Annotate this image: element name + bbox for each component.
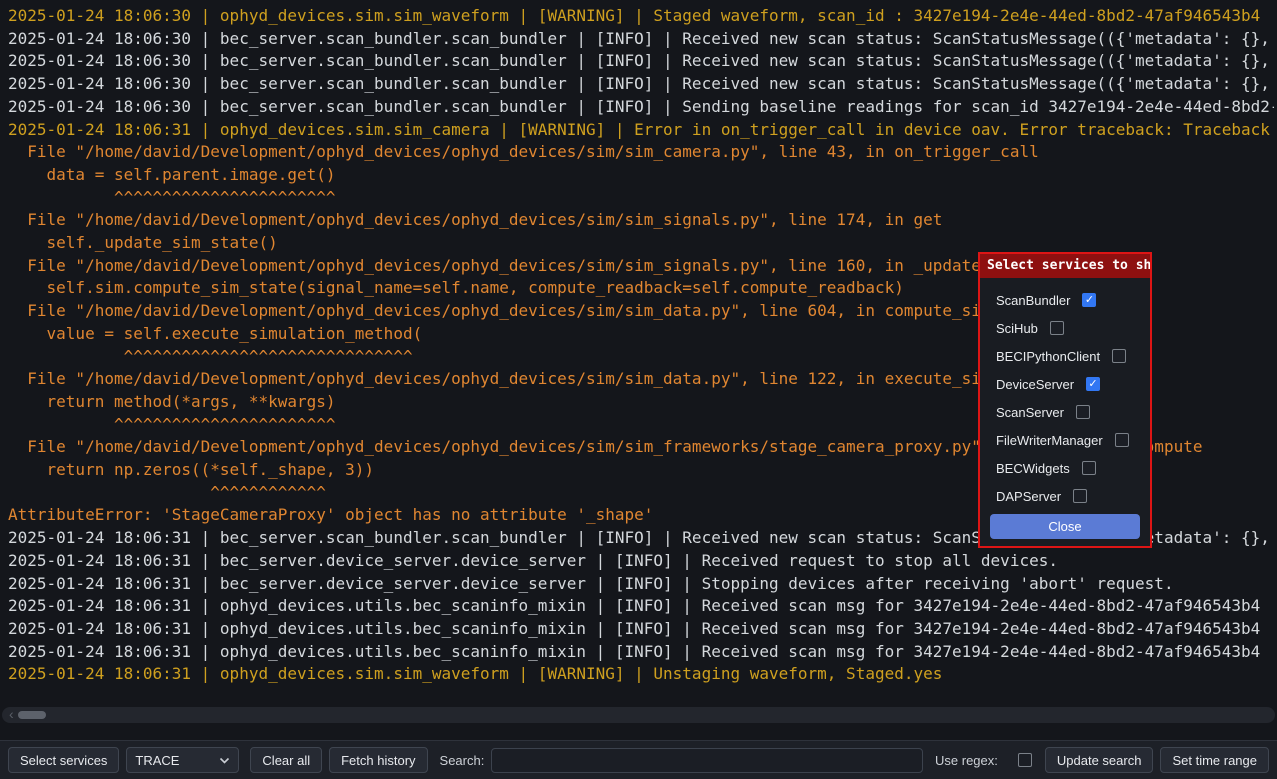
set-time-range-button[interactable]: Set time range <box>1160 747 1269 773</box>
service-row: FileWriterManager <box>980 426 1150 454</box>
service-checkbox[interactable] <box>1050 321 1064 335</box>
log-level-select[interactable]: TRACE <box>126 747 239 773</box>
log-line: 2025-01-24 18:06:31 | bec_server.device_… <box>8 550 1274 573</box>
log-line: ^^^^^^^^^^^^^^^^^^^^^^^ <box>8 187 1274 210</box>
service-checkbox[interactable]: ✓ <box>1086 377 1100 391</box>
service-row: DAPServer <box>980 482 1150 510</box>
select-services-button[interactable]: Select services <box>8 747 119 773</box>
service-label: SciHub <box>996 321 1038 336</box>
service-checkbox[interactable] <box>1115 433 1129 447</box>
service-label: DeviceServer <box>996 377 1074 392</box>
use-regex-label: Use regex: <box>935 753 998 768</box>
service-row: BECWidgets <box>980 454 1150 482</box>
search-label: Search: <box>440 753 485 768</box>
service-row: DeviceServer ✓ <box>980 370 1150 398</box>
service-list: ScanBundler ✓ SciHub BECIPythonClient Device… <box>980 278 1150 510</box>
log-line: 2025-01-24 18:06:30 | bec_server.scan_bu… <box>8 96 1274 119</box>
log-line: 2025-01-24 18:06:31 | ophyd_devices.util… <box>8 595 1274 618</box>
select-services-dialog: Select services to sh ScanBundler ✓ SciHub… <box>978 252 1152 548</box>
service-row: ScanBundler ✓ <box>980 286 1150 314</box>
service-checkbox[interactable] <box>1082 461 1096 475</box>
service-checkbox[interactable] <box>1073 489 1087 503</box>
update-search-button[interactable]: Update search <box>1045 747 1154 773</box>
service-label: ScanServer <box>996 405 1064 420</box>
log-line: 2025-01-24 18:06:31 | ophyd_devices.util… <box>8 618 1274 641</box>
log-line: 2025-01-24 18:06:30 | bec_server.scan_bu… <box>8 73 1274 96</box>
scroll-left-arrow-icon[interactable]: ‹ <box>9 707 14 722</box>
chevron-down-icon <box>219 757 230 764</box>
service-label: FileWriterManager <box>996 433 1103 448</box>
service-row: SciHub <box>980 314 1150 342</box>
log-line: File "/home/david/Development/ophyd_devi… <box>8 141 1274 164</box>
close-button[interactable]: Close <box>990 514 1140 539</box>
service-label: BECWidgets <box>996 461 1070 476</box>
log-line: 2025-01-24 18:06:30 | ophyd_devices.sim.… <box>8 5 1274 28</box>
service-row: BECIPythonClient <box>980 342 1150 370</box>
log-line: 2025-01-24 18:06:31 | ophyd_devices.sim.… <box>8 663 1274 686</box>
log-line: 2025-01-24 18:06:31 | ophyd_devices.sim.… <box>8 119 1274 142</box>
log-line: File "/home/david/Development/ophyd_devi… <box>8 209 1274 232</box>
service-checkbox[interactable] <box>1112 349 1126 363</box>
use-regex-checkbox[interactable] <box>1018 753 1032 767</box>
scrollbar-handle[interactable] <box>18 711 46 719</box>
log-line: 2025-01-24 18:06:31 | ophyd_devices.util… <box>8 641 1274 664</box>
service-label: BECIPythonClient <box>996 349 1100 364</box>
log-line: 2025-01-24 18:06:31 | bec_server.device_… <box>8 573 1274 596</box>
fetch-history-button[interactable]: Fetch history <box>329 747 427 773</box>
dialog-title: Select services to sh <box>980 254 1150 278</box>
horizontal-scrollbar[interactable]: ‹ <box>2 707 1275 723</box>
log-line: data = self.parent.image.get() <box>8 164 1274 187</box>
search-input[interactable] <box>491 748 923 773</box>
log-line: 2025-01-24 18:06:30 | bec_server.scan_bu… <box>8 50 1274 73</box>
log-line: 2025-01-24 18:06:30 | bec_server.scan_bu… <box>8 28 1274 51</box>
service-checkbox[interactable] <box>1076 405 1090 419</box>
service-row: ScanServer <box>980 398 1150 426</box>
service-label: DAPServer <box>996 489 1061 504</box>
service-checkbox[interactable]: ✓ <box>1082 293 1096 307</box>
clear-all-button[interactable]: Clear all <box>250 747 322 773</box>
service-label: ScanBundler <box>996 293 1070 308</box>
log-level-value: TRACE <box>135 753 179 768</box>
bottom-toolbar: Select services TRACE Clear all Fetch hi… <box>0 740 1277 779</box>
